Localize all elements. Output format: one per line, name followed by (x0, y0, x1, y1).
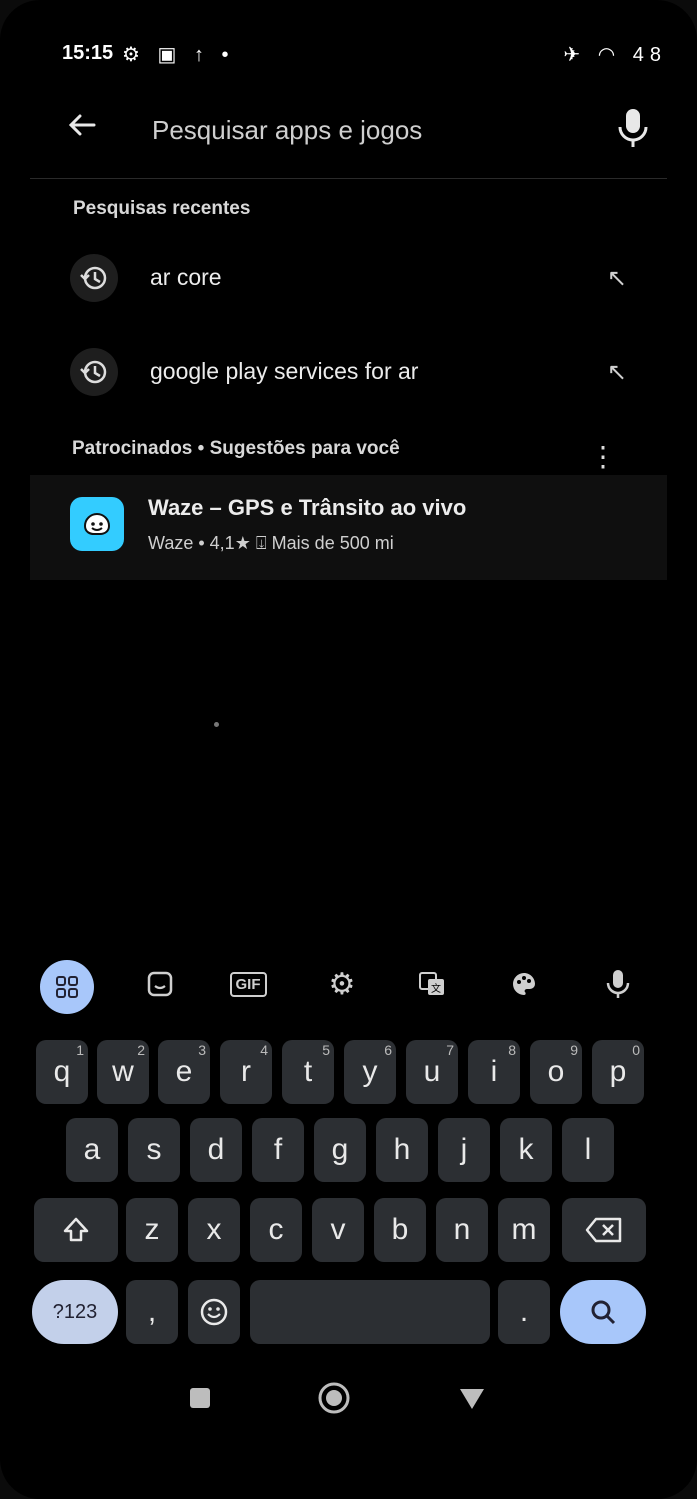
app-downloads: Mais de 500 mi (271, 533, 394, 553)
key-e[interactable]: e3 (158, 1040, 210, 1104)
key-h[interactable]: h (376, 1118, 428, 1182)
back-arrow-icon[interactable] (60, 103, 104, 147)
history-icon (70, 348, 118, 396)
more-options-icon[interactable]: ⋮ (589, 440, 617, 473)
key-i[interactable]: i8 (468, 1040, 520, 1104)
key-t[interactable]: t5 (282, 1040, 334, 1104)
key-z[interactable]: z (126, 1198, 178, 1262)
emoji-icon[interactable] (188, 1280, 240, 1344)
app-developer: Waze (148, 533, 194, 553)
soft-keyboard: q1 w2 e3 r4 t5 y6 u7 i8 o9 p0 a s d f g … (22, 1030, 658, 1350)
waze-app-icon (70, 497, 124, 551)
key-n[interactable]: n (436, 1198, 488, 1262)
backspace-icon[interactable] (562, 1198, 646, 1262)
recent-search-item[interactable]: ar core ↖ (70, 246, 637, 306)
mic-icon[interactable] (594, 960, 642, 1008)
key-o[interactable]: o9 (530, 1040, 582, 1104)
apps-grid-icon[interactable] (40, 960, 94, 1014)
key-u[interactable]: u7 (406, 1040, 458, 1104)
key-j[interactable]: j (438, 1118, 490, 1182)
key-b[interactable]: b (374, 1198, 426, 1262)
recent-search-item[interactable]: google play services for ar ↖ (70, 340, 637, 400)
key-g[interactable]: g (314, 1118, 366, 1182)
app-name: Waze – GPS e Trânsito ao vivo (148, 495, 467, 520)
key-x[interactable]: x (188, 1198, 240, 1262)
search-key-icon[interactable] (560, 1280, 646, 1344)
key-comma[interactable]: , (126, 1280, 178, 1344)
gif-icon[interactable]: GIF (224, 960, 272, 1008)
key-f[interactable]: f (252, 1118, 304, 1182)
key-q[interactable]: q1 (36, 1040, 88, 1104)
search-input[interactable] (150, 109, 574, 151)
key-k[interactable]: k (500, 1118, 552, 1182)
divider (30, 178, 667, 179)
voice-search-mic-icon[interactable] (613, 105, 653, 149)
key-d[interactable]: d (190, 1118, 242, 1182)
key-v[interactable]: v (312, 1198, 364, 1262)
home-circle-icon[interactable] (316, 1380, 352, 1416)
key-c[interactable]: c (250, 1198, 302, 1262)
status-notification-icons: ⚙ ▣ ↑ • (122, 44, 235, 66)
key-w[interactable]: w2 (97, 1040, 149, 1104)
sponsored-suggestions-title: Patrocinados • Sugestões para você (72, 438, 400, 459)
shift-icon[interactable] (34, 1198, 118, 1262)
key-s[interactable]: s (128, 1118, 180, 1182)
recent-searches-title: Pesquisas recentes (73, 198, 251, 219)
app-rating: 4,1★ (209, 533, 251, 553)
status-bar: 15:15 ⚙ ▣ ↑ • ✈ ◠ 48 (62, 40, 667, 70)
recent-search-label: google play services for ar (150, 358, 419, 384)
symbols-key[interactable]: ?123 (32, 1280, 118, 1344)
translate-icon[interactable]: 文 (408, 960, 456, 1008)
key-y[interactable]: y6 (344, 1040, 396, 1104)
fill-query-arrow-icon[interactable]: ↖ (607, 358, 627, 387)
key-l[interactable]: l (562, 1118, 614, 1182)
back-triangle-icon[interactable] (454, 1380, 490, 1416)
gif-label: GIF (229, 971, 267, 997)
key-a[interactable]: a (66, 1118, 118, 1182)
fill-query-arrow-icon[interactable]: ↖ (607, 264, 627, 293)
settings-icon[interactable]: ⚙ (318, 960, 366, 1008)
app-meta: Waze • 4,1★ ⍗ Mais de 500 mi (148, 533, 394, 553)
history-icon (70, 254, 118, 302)
palette-icon[interactable] (500, 960, 548, 1008)
spacebar[interactable] (250, 1280, 490, 1344)
search-bar (30, 95, 667, 165)
download-icon: ⍗ (255, 533, 272, 553)
sticker-icon[interactable] (136, 960, 184, 1008)
key-r[interactable]: r4 (220, 1040, 272, 1104)
recents-square-icon[interactable] (182, 1380, 218, 1416)
key-period[interactable]: . (498, 1280, 550, 1344)
key-p[interactable]: p0 (592, 1040, 644, 1104)
svg-text:文: 文 (431, 982, 441, 995)
status-system-icons: ✈ ◠ 48 (563, 44, 667, 66)
dust-dot (214, 722, 219, 727)
suggested-app-card[interactable]: Waze – GPS e Trânsito ao vivo Waze • 4,1… (30, 475, 667, 580)
status-time: 15:15 (62, 42, 114, 64)
screen: 15:15 ⚙ ▣ ↑ • ✈ ◠ 48 Pesquisas recentes … (0, 0, 697, 1499)
key-m[interactable]: m (498, 1198, 550, 1262)
recent-search-label: ar core (150, 264, 222, 290)
